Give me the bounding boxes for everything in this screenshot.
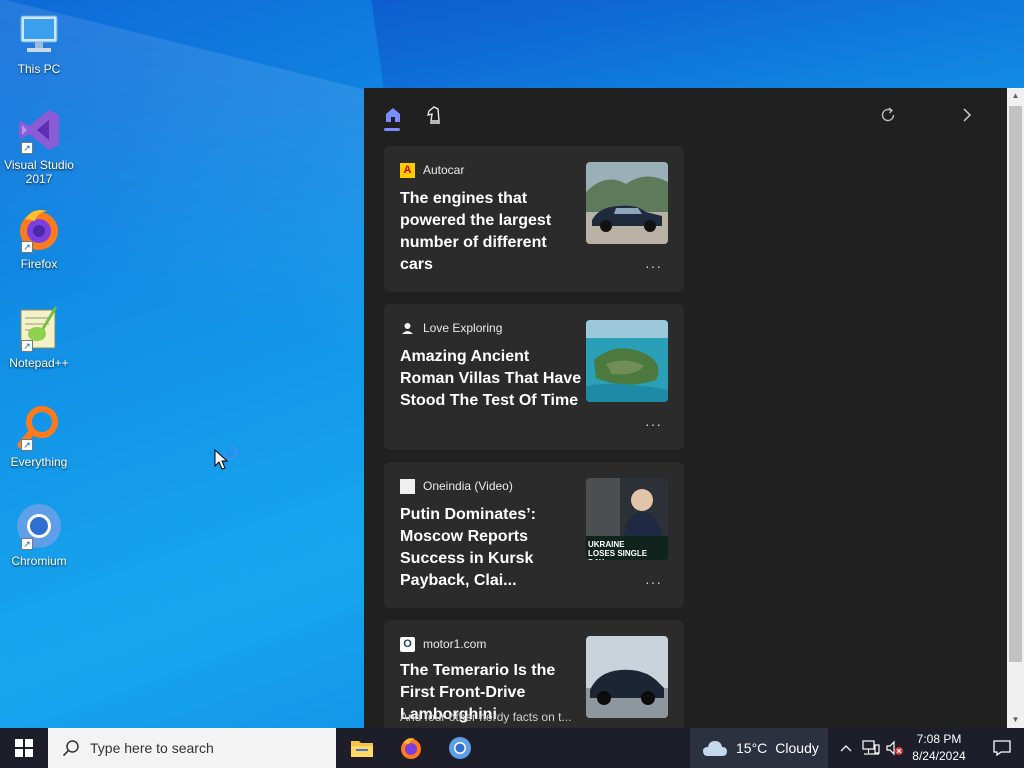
mouse-cursor-icon xyxy=(214,444,242,472)
news-subtitle: And four other nerdy facts on t... xyxy=(400,710,572,724)
taskbar-file-explorer[interactable] xyxy=(338,728,386,768)
news-card[interactable]: O motor1.com The Temerario Is the First … xyxy=(384,620,684,728)
news-title[interactable]: The engines that powered the largest num… xyxy=(400,188,584,276)
volume-tray-button[interactable] xyxy=(884,728,906,768)
desktop-icon-chromium[interactable]: ↗ Chromium xyxy=(0,502,78,568)
news-card[interactable]: A Autocar The engines that powered the l… xyxy=(384,146,684,292)
computer-icon xyxy=(15,10,63,58)
news-card[interactable]: Love Exploring Amazing Ancient Roman Vil… xyxy=(384,304,684,450)
start-button[interactable] xyxy=(0,728,48,768)
firefox-icon xyxy=(401,738,421,759)
notepadpp-icon: ↗ xyxy=(15,304,63,352)
autocar-logo-icon: A xyxy=(400,162,415,178)
panel-header xyxy=(364,88,1024,140)
active-tab-indicator xyxy=(384,128,400,131)
taskbar-chromium[interactable] xyxy=(436,728,484,768)
firefox-icon: ↗ xyxy=(15,205,63,253)
thumbnail-caption: UKRAINE LOSES SINGLE DAY xyxy=(588,540,648,560)
desktop-icon-notepadpp[interactable]: ↗ Notepad++ xyxy=(0,304,78,370)
windows-logo-icon xyxy=(15,739,33,757)
weather-widget-button[interactable]: 15°C Cloudy xyxy=(690,728,828,768)
chess-knight-icon xyxy=(427,106,440,124)
taskbar-clock[interactable]: 7:08 PM 8/24/2024 xyxy=(904,731,974,765)
folder-icon xyxy=(351,741,373,757)
taskbar-firefox[interactable] xyxy=(387,728,435,768)
scroll-up-arrow-icon[interactable]: ▲ xyxy=(1007,88,1024,104)
home-icon xyxy=(386,108,400,122)
news-thumbnail xyxy=(586,320,668,402)
taskbar: Type here to search 15°C Cloudy 7:08 PM … xyxy=(0,728,1024,768)
network-tray-button[interactable] xyxy=(860,728,882,768)
shortcut-arrow-icon: ↗ xyxy=(21,439,33,451)
refresh-icon xyxy=(881,107,895,122)
motor1-logo-icon: O xyxy=(400,636,415,652)
news-thumbnail: UKRAINE LOSES SINGLE DAY xyxy=(586,478,668,560)
shortcut-arrow-icon: ↗ xyxy=(21,340,33,352)
show-hidden-icons-button[interactable] xyxy=(836,728,856,768)
chromium-icon xyxy=(449,737,471,759)
news-title[interactable]: Putin Dominates’: Moscow Reports Success… xyxy=(400,504,584,592)
volume-muted-icon xyxy=(886,740,903,756)
visual-studio-icon: ↗ xyxy=(15,106,63,154)
desktop-icon-visual-studio[interactable]: ↗ Visual Studio 2017 xyxy=(0,106,78,186)
search-icon xyxy=(62,740,79,757)
desktop-icon-firefox[interactable]: ↗ Firefox xyxy=(0,205,78,271)
search-placeholder: Type here to search xyxy=(90,740,214,756)
scrollbar-thumb[interactable] xyxy=(1009,106,1022,662)
shortcut-arrow-icon: ↗ xyxy=(21,142,33,154)
chevron-right-icon xyxy=(963,108,972,122)
news-source: A Autocar xyxy=(400,162,464,178)
news-title[interactable]: Amazing Ancient Roman Villas That Have S… xyxy=(400,346,584,412)
action-center-button[interactable] xyxy=(980,728,1024,768)
interests-tab-button[interactable] xyxy=(419,102,449,128)
panel-scrollbar[interactable]: ▲ ▼ xyxy=(1007,88,1024,728)
more-options-button[interactable]: ··· xyxy=(645,416,662,432)
news-thumbnail xyxy=(586,636,668,718)
taskbar-search-box[interactable]: Type here to search xyxy=(48,728,336,768)
more-options-button[interactable]: ··· xyxy=(645,258,662,274)
news-source: O motor1.com xyxy=(400,636,486,652)
news-widgets-panel: A Autocar The engines that powered the l… xyxy=(364,88,1024,728)
scroll-down-arrow-icon[interactable]: ▼ xyxy=(1007,712,1024,728)
home-tab-button[interactable] xyxy=(378,102,408,128)
desktop-icon-this-pc[interactable]: This PC xyxy=(0,10,78,76)
refresh-button[interactable] xyxy=(873,102,903,128)
network-icon xyxy=(862,740,880,755)
oneindia-logo-icon xyxy=(400,478,415,494)
chevron-up-icon xyxy=(840,745,852,752)
love-exploring-logo-icon xyxy=(400,321,415,336)
news-source: Oneindia (Video) xyxy=(400,478,513,494)
news-card[interactable]: Oneindia (Video) Putin Dominates’: Mosco… xyxy=(384,462,684,608)
chromium-icon: ↗ xyxy=(15,502,63,550)
more-options-button[interactable]: ··· xyxy=(645,574,662,590)
news-thumbnail xyxy=(586,162,668,244)
search-magnifier-icon: ↗ xyxy=(15,403,63,451)
shortcut-arrow-icon: ↗ xyxy=(21,241,33,253)
shortcut-arrow-icon: ↗ xyxy=(21,538,33,550)
expand-panel-button[interactable] xyxy=(952,102,982,128)
notification-icon xyxy=(993,740,1011,757)
news-source: Love Exploring xyxy=(400,320,502,336)
cloud-icon xyxy=(703,741,727,756)
desktop-icon-everything[interactable]: ↗ Everything xyxy=(0,403,78,469)
